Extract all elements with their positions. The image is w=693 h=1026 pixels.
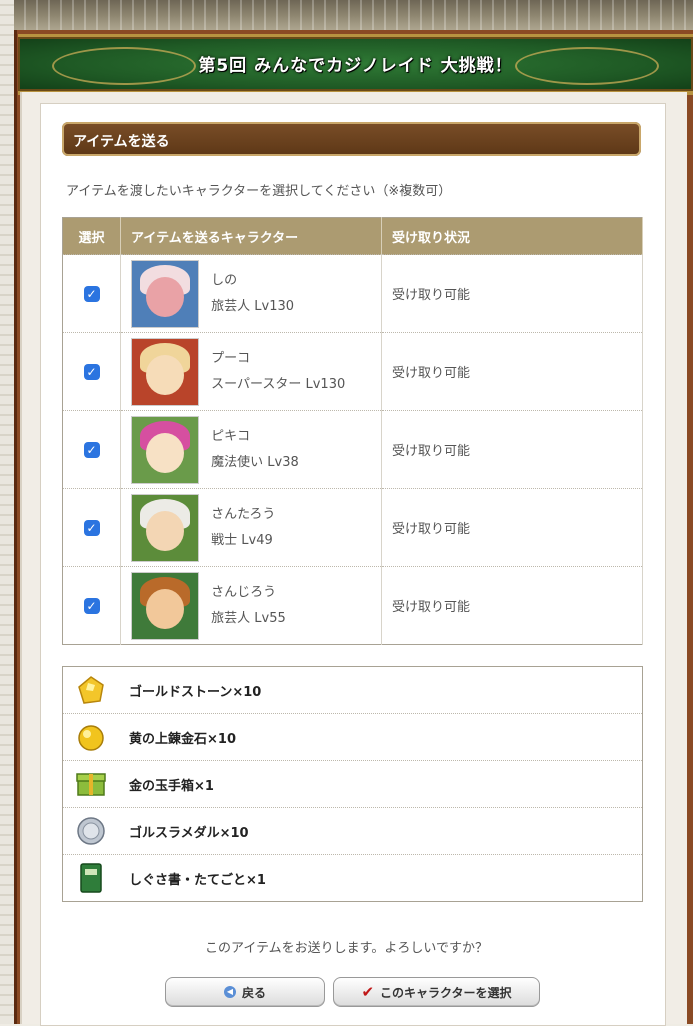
character-avatar — [131, 337, 199, 406]
table-row: ✓ しの 旅芸人 Lv130 受け取り可能 — [62, 254, 643, 333]
back-button[interactable]: ◀ 戻る — [165, 977, 325, 1007]
item-label: ゴルスラメダル×10 — [129, 826, 249, 841]
item-label: ゴールドストーン×10 — [129, 685, 262, 700]
receive-status: 受け取り可能 — [381, 254, 643, 333]
header-select: 選択 — [62, 217, 121, 255]
character-job: 魔法使い Lv38 — [211, 454, 299, 470]
top-decoration — [0, 0, 693, 34]
gold-treasure-box-icon — [73, 767, 109, 801]
gold-slime-medal-icon — [73, 814, 109, 848]
select-checkbox[interactable]: ✓ — [83, 285, 100, 302]
select-character-button[interactable]: ✔ このキャラクターを選択 — [333, 977, 540, 1007]
character-job: スーパースター Lv130 — [211, 376, 346, 392]
list-item: ゴルスラメダル×10 — [63, 807, 642, 854]
list-item: 金の玉手箱×1 — [63, 760, 642, 807]
select-checkbox[interactable]: ✓ — [83, 519, 100, 536]
character-avatar — [131, 415, 199, 484]
instruction-text: アイテムを渡したいキャラクターを選択してください（※複数可） — [66, 184, 452, 199]
character-name: さんじろう — [211, 584, 277, 600]
item-label: 黄の上錬金石×10 — [129, 732, 236, 747]
banner-title: 第5回 みんなでカジノレイド 大挑戦！ — [198, 56, 513, 76]
receive-status: 受け取り可能 — [381, 410, 643, 489]
character-job: 戦士 Lv49 — [211, 532, 273, 548]
checkmark-icon: ✔ — [361, 983, 375, 1001]
list-item: ゴールドストーン×10 — [63, 667, 642, 713]
select-checkbox[interactable]: ✓ — [83, 441, 100, 458]
table-row: ✓ さんじろう 旅芸人 Lv55 受け取り可能 — [62, 566, 643, 645]
select-button-label: このキャラクターを選択 — [380, 985, 512, 1000]
yellow-alchemy-stone-icon — [73, 720, 109, 754]
character-name: さんたろう — [211, 506, 276, 522]
character-table: 選択 アイテムを送るキャラクター 受け取り状況 ✓ しの 旅芸人 Lv130 受… — [62, 217, 643, 645]
character-avatar — [131, 571, 199, 640]
event-banner: 第5回 みんなでカジノレイド 大挑戦！ — [18, 34, 693, 95]
character-job: 旅芸人 Lv55 — [211, 610, 286, 626]
character-name: しの — [211, 272, 238, 288]
character-name: プーコ — [211, 350, 251, 366]
table-row: ✓ ピキコ 魔法使い Lv38 受け取り可能 — [62, 410, 643, 489]
confirm-message: このアイテムをお送りします。よろしいですか？ — [204, 941, 488, 956]
gold-stone-icon — [73, 673, 109, 707]
left-decoration — [0, 0, 14, 1024]
item-list: ゴールドストーン×10 黄の上錬金石×10 金の玉手箱×1 ゴルスラメダル×10… — [62, 666, 643, 902]
header-character: アイテムを送るキャラクター — [120, 217, 382, 255]
character-name: ピキコ — [211, 428, 251, 444]
select-checkbox[interactable]: ✓ — [83, 363, 100, 380]
character-avatar — [131, 493, 199, 562]
back-arrow-icon: ◀ — [223, 986, 236, 998]
table-row: ✓ プーコ スーパースター Lv130 受け取り可能 — [62, 332, 643, 411]
section-title: アイテムを送る — [73, 134, 170, 150]
list-item: しぐさ書・たてごと×1 — [63, 854, 642, 901]
receive-status: 受け取り可能 — [381, 488, 643, 567]
table-row: ✓ さんたろう 戦士 Lv49 受け取り可能 — [62, 488, 643, 567]
header-status: 受け取り状況 — [381, 217, 643, 255]
character-job: 旅芸人 Lv130 — [211, 298, 295, 314]
item-label: 金の玉手箱×1 — [129, 779, 214, 794]
list-item: 黄の上錬金石×10 — [63, 713, 642, 760]
section-header: アイテムを送る — [62, 122, 641, 156]
receive-status: 受け取り可能 — [381, 566, 643, 645]
receive-status: 受け取り可能 — [381, 332, 643, 411]
select-checkbox[interactable]: ✓ — [83, 597, 100, 614]
item-label: しぐさ書・たてごと×1 — [129, 873, 266, 888]
character-avatar — [131, 259, 199, 328]
gesture-book-icon — [73, 861, 109, 895]
back-button-label: 戻る — [241, 985, 266, 1000]
table-header-row: 選択 アイテムを送るキャラクター 受け取り状況 — [62, 217, 643, 255]
